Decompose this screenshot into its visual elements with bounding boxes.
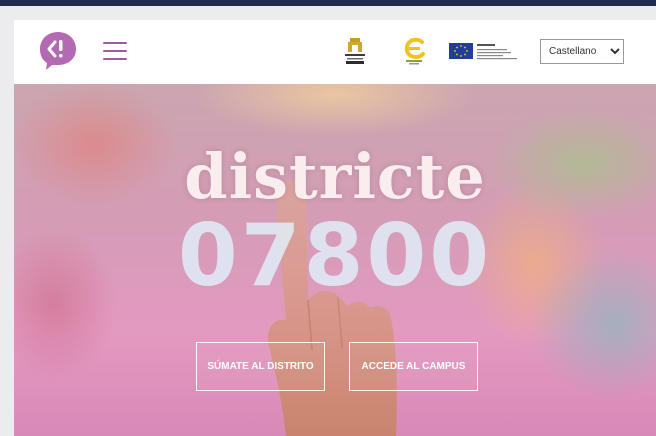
menu-line xyxy=(103,42,127,44)
access-campus-button[interactable]: ACCEDE AL CAMPUS xyxy=(349,342,478,391)
eu-flag-logo-icon xyxy=(449,43,517,60)
hero-banner: districte 07800 SÚMATE AL DISTRITO ACCED… xyxy=(14,84,656,436)
site-header: Castellano xyxy=(14,20,656,84)
sponsor-e-logo-icon xyxy=(404,37,425,65)
menu-line xyxy=(103,50,127,52)
hero-title-word: districte xyxy=(184,140,486,213)
hamburger-menu-icon[interactable] xyxy=(103,42,127,60)
browser-viewport: Castellano districte 07800 SÚMATE AL DIS… xyxy=(0,6,656,436)
speech-bubble-logo-icon[interactable] xyxy=(38,30,78,70)
language-select[interactable]: Castellano xyxy=(540,39,624,64)
menu-line xyxy=(103,58,127,60)
join-district-button[interactable]: SÚMATE AL DISTRITO xyxy=(196,342,325,391)
ajuntament-logo-icon xyxy=(345,38,365,64)
page: Castellano districte 07800 SÚMATE AL DIS… xyxy=(14,20,656,436)
hero-title-number: 07800 xyxy=(177,206,493,306)
